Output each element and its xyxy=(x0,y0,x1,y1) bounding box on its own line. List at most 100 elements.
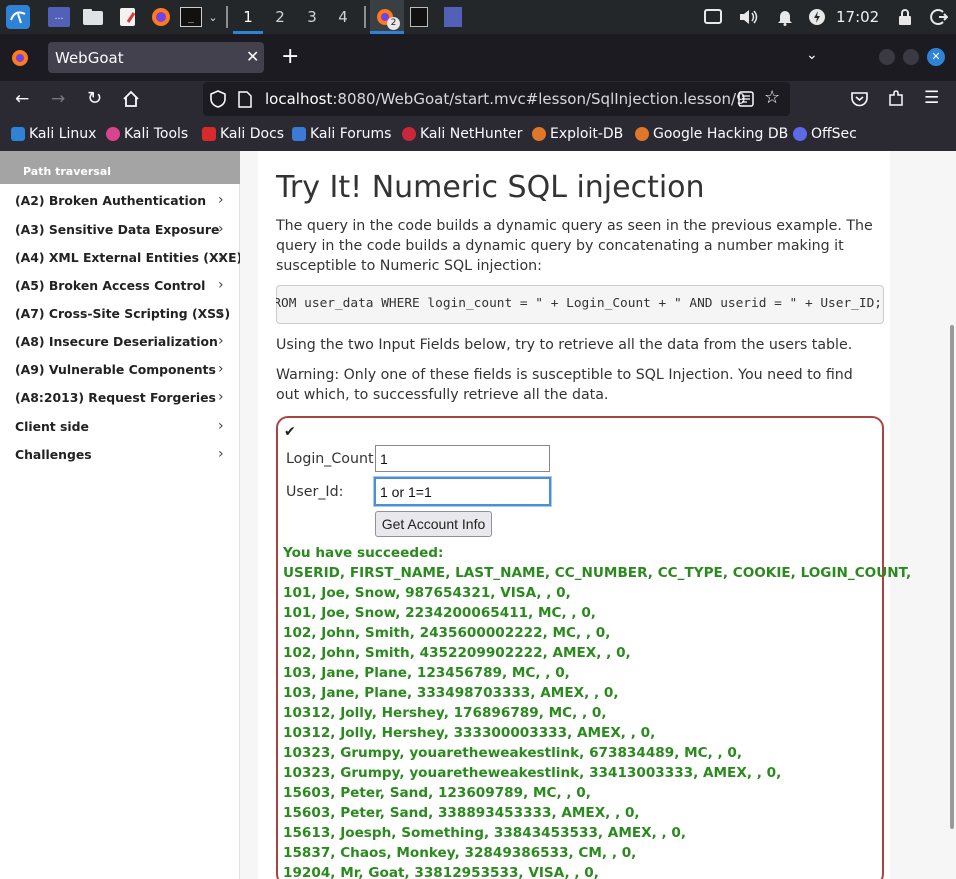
lesson-intro: The query in the code builds a dynamic q… xyxy=(276,218,873,274)
success-message: You have succeeded: xyxy=(283,545,444,561)
close-tab-icon[interactable]: ✕ xyxy=(246,47,259,66)
bookmark-star-icon[interactable]: ☆ xyxy=(764,87,780,108)
firefox-launcher-icon[interactable] xyxy=(150,7,172,27)
chevron-right-icon: › xyxy=(218,221,224,237)
bookmark-kali-forums[interactable]: Kali Forums xyxy=(292,126,391,142)
sidebar-item-xxe[interactable]: (A4) XML External Entities (XXE) › xyxy=(0,249,242,278)
maximize-window-icon[interactable] xyxy=(903,49,919,65)
result-row: 15603, Peter, Sand, 123609789, MC, , 0, xyxy=(283,785,591,801)
home-icon[interactable] xyxy=(122,90,140,112)
firefox-view-icon[interactable] xyxy=(11,49,29,71)
get-account-info-button[interactable]: Get Account Info xyxy=(375,511,492,537)
sidebar-item-xss[interactable]: (A7) Cross-Site Scripting (XSS) › xyxy=(0,305,240,334)
sidebar-item-insecure-deserialization[interactable]: (A8) Insecure Deserialization › xyxy=(0,333,240,362)
result-row: 10323, Grumpy, youaretheweakestlink, 673… xyxy=(283,745,743,761)
sidebar-item-label: (A7) Cross-Site Scripting (XSS) xyxy=(15,306,231,321)
lock-icon[interactable] xyxy=(896,7,914,27)
chevron-down-icon[interactable]: ⌄ xyxy=(206,7,220,27)
login-count-label: Login_Count: xyxy=(286,451,379,467)
ghdb-icon xyxy=(635,127,649,141)
bookmark-kali-tools[interactable]: Kali Tools xyxy=(106,126,188,142)
login-count-input[interactable] xyxy=(375,445,550,472)
user-id-label: User_Id: xyxy=(286,484,344,500)
sidebar-item-request-forgeries[interactable]: (A8:2013) Request Forgeries › xyxy=(0,389,240,418)
bookmark-label: Kali Linux xyxy=(29,126,97,142)
bookmark-label: Kali Docs xyxy=(220,126,285,142)
chevron-right-icon: › xyxy=(218,305,224,321)
back-icon[interactable]: ← xyxy=(15,89,29,109)
forward-icon[interactable]: → xyxy=(51,89,65,109)
terminal-window-icon[interactable] xyxy=(410,7,428,27)
lesson-warning: Warning: Only one of these fields is sus… xyxy=(276,367,853,403)
result-row: 102, John, Smith, 4352209902222, AMEX, ,… xyxy=(283,645,631,661)
desktop-window-icon[interactable] xyxy=(444,7,462,27)
chevron-right-icon: › xyxy=(218,446,224,462)
firefox-window-button[interactable]: 2 xyxy=(370,0,404,34)
list-all-tabs-icon[interactable]: ⌄ xyxy=(806,47,818,63)
result-row: 103, Jane, Plane, 123456789, MC, , 0, xyxy=(283,665,570,681)
desktop-icon[interactable]: … xyxy=(48,7,70,27)
result-row: 15613, Joesph, Something, 33843453533, A… xyxy=(283,825,687,841)
page-scrollbar[interactable] xyxy=(950,325,954,829)
extensions-icon[interactable] xyxy=(888,90,905,111)
page-title: Try It! Numeric SQL injection xyxy=(276,170,705,205)
result-row: 10312, Jolly, Hershey, 176896789, MC, , … xyxy=(283,705,607,721)
logout-icon[interactable] xyxy=(930,7,948,27)
url-text[interactable]: localhost:8080/WebGoat/start.mvc#lesson/… xyxy=(265,90,746,108)
bookmark-kali-linux[interactable]: Kali Linux xyxy=(11,126,96,142)
notification-bell-icon[interactable] xyxy=(776,7,794,27)
sql-code-text: "SELECT * FROM user_data WHERE login_cou… xyxy=(276,296,882,311)
text-editor-icon[interactable] xyxy=(118,7,138,27)
sidebar-item-broken-authentication[interactable]: (A2) Broken Authentication › xyxy=(0,192,240,221)
workspace-2-button[interactable]: 2 xyxy=(265,0,295,34)
kali-forums-icon xyxy=(292,127,306,141)
exploit-db-icon xyxy=(532,127,546,141)
sidebar-item-label: (A9) Vulnerable Components xyxy=(15,362,216,377)
window-count-badge: 2 xyxy=(387,17,400,30)
workspace-3-button[interactable]: 3 xyxy=(297,0,327,34)
close-window-icon[interactable]: ✕ xyxy=(927,48,945,66)
result-row: 19204, Mr, Goat, 33812953533, VISA, , 0, xyxy=(283,865,599,879)
sql-code: "SELECT * FROM user_data WHERE login_cou… xyxy=(276,296,882,311)
bookmark-google-hacking-db[interactable]: Google Hacking DB xyxy=(635,126,788,142)
shield-icon[interactable] xyxy=(210,90,226,112)
result-table: USERID, FIRST_NAME, LAST_NAME, CC_NUMBER… xyxy=(283,563,911,879)
result-row: 103, Jane, Plane, 333498703333, AMEX, , … xyxy=(283,685,619,701)
workspace-1-button[interactable]: 1 xyxy=(233,0,263,34)
reload-icon[interactable]: ↻ xyxy=(87,88,102,109)
bookmark-kali-docs[interactable]: Kali Docs xyxy=(202,126,284,142)
hamburger-menu-icon[interactable]: ☰ xyxy=(924,88,939,108)
result-row: 15837, Chaos, Monkey, 32849386533, CM, ,… xyxy=(283,845,637,861)
clock[interactable]: 17:02 xyxy=(836,0,879,34)
sidebar-item-label: (A2) Broken Authentication xyxy=(15,193,207,208)
file-manager-icon[interactable] xyxy=(82,7,104,27)
bookmark-kali-nethunter[interactable]: Kali NetHunter xyxy=(402,126,522,142)
sidebar-item-vulnerable-components[interactable]: (A9) Vulnerable Components › xyxy=(0,361,240,390)
sidebar-item-sensitive-data-exposure[interactable]: (A3) Sensitive Data Exposure › xyxy=(0,221,240,250)
minimize-window-icon[interactable] xyxy=(879,49,895,65)
bookmark-exploit-db[interactable]: Exploit-DB xyxy=(532,126,623,142)
sidebar-item-label: (A8) Insecure Deserialization xyxy=(15,334,218,349)
url-host: localhost xyxy=(265,90,333,108)
chevron-right-icon: › xyxy=(218,418,224,434)
sidebar-item-challenges[interactable]: Challenges › xyxy=(0,446,240,475)
workspace-4-button[interactable]: 4 xyxy=(328,0,358,34)
lesson-instruction: Using the two Input Fields below, try to… xyxy=(276,337,853,353)
volume-icon[interactable] xyxy=(738,7,760,27)
user-id-input[interactable] xyxy=(374,477,551,506)
screen-icon[interactable] xyxy=(704,7,722,27)
offsec-icon xyxy=(793,127,807,141)
result-row: 10323, Grumpy, youaretheweakestlink, 334… xyxy=(283,765,782,781)
reader-view-icon[interactable] xyxy=(738,91,754,111)
sidebar-item-broken-access-control[interactable]: (A5) Broken Access Control › xyxy=(0,277,240,306)
new-tab-icon[interactable]: + xyxy=(281,44,299,69)
pocket-icon[interactable] xyxy=(851,91,868,111)
page-info-icon[interactable] xyxy=(238,91,252,112)
sidebar-item-client-side[interactable]: Client side › xyxy=(0,418,240,447)
terminal-launcher-icon[interactable]: _ xyxy=(180,7,202,27)
result-header-row: USERID, FIRST_NAME, LAST_NAME, CC_NUMBER… xyxy=(283,565,912,581)
kali-menu-icon[interactable] xyxy=(6,5,30,29)
bookmark-offsec[interactable]: OffSec xyxy=(793,126,857,142)
power-status-icon[interactable] xyxy=(808,7,826,27)
result-row: 15603, Peter, Sand, 338893453333, AMEX, … xyxy=(283,805,640,821)
